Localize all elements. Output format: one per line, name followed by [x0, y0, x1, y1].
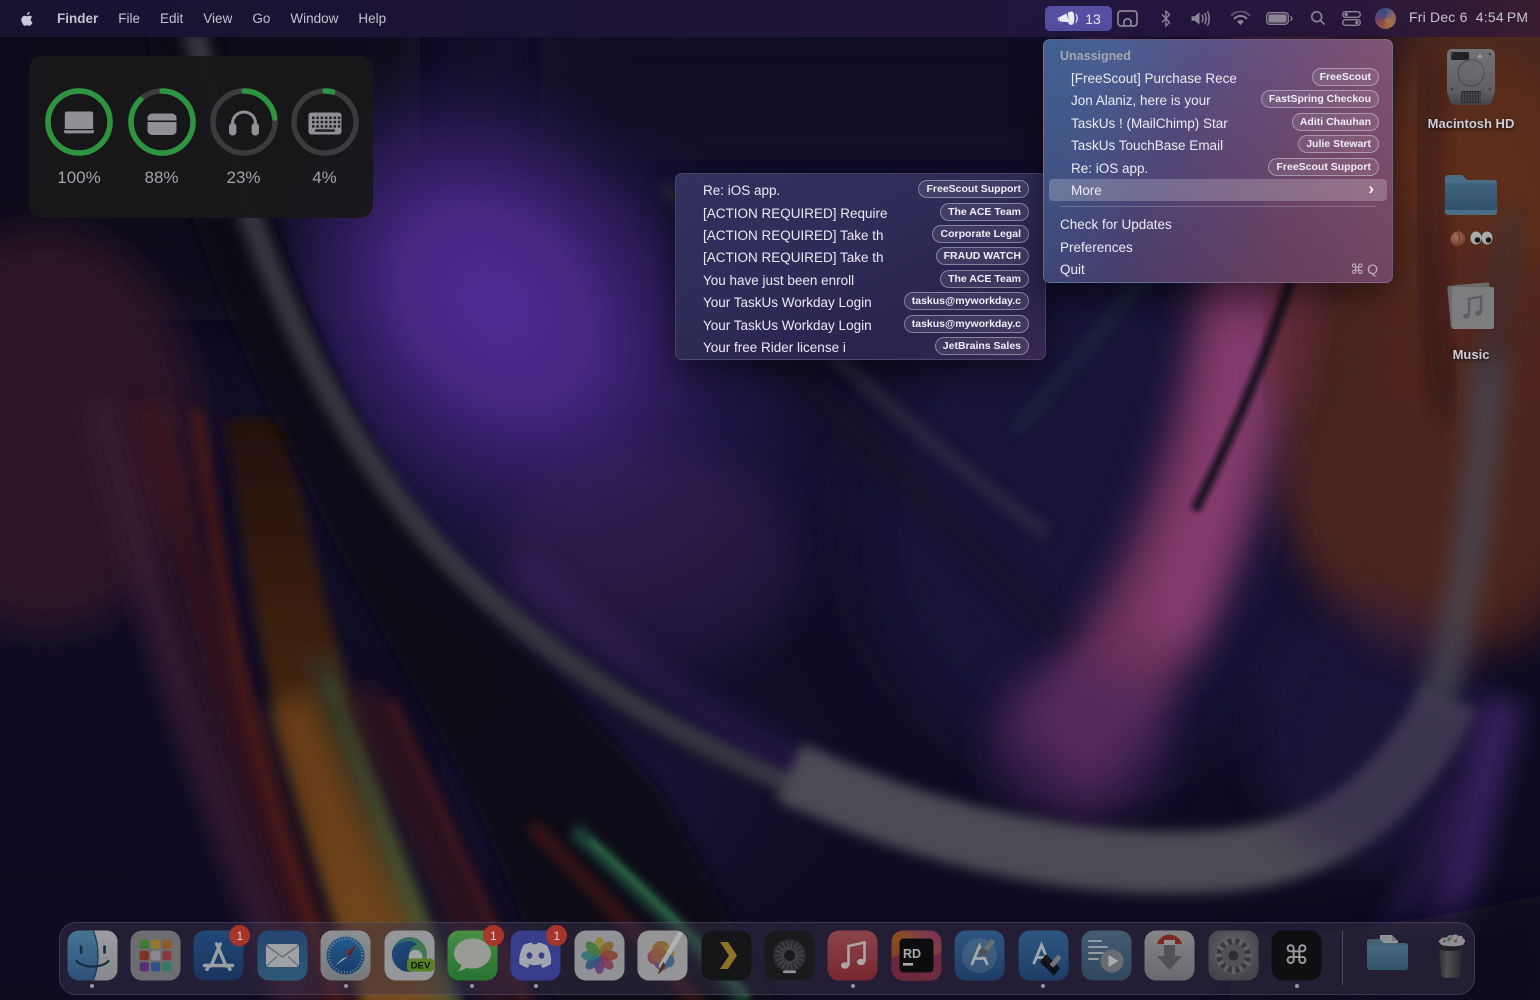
- svg-text:DEV: DEV: [410, 961, 430, 972]
- svg-text:RD: RD: [903, 947, 921, 961]
- svg-text:⌘: ⌘: [1284, 940, 1310, 970]
